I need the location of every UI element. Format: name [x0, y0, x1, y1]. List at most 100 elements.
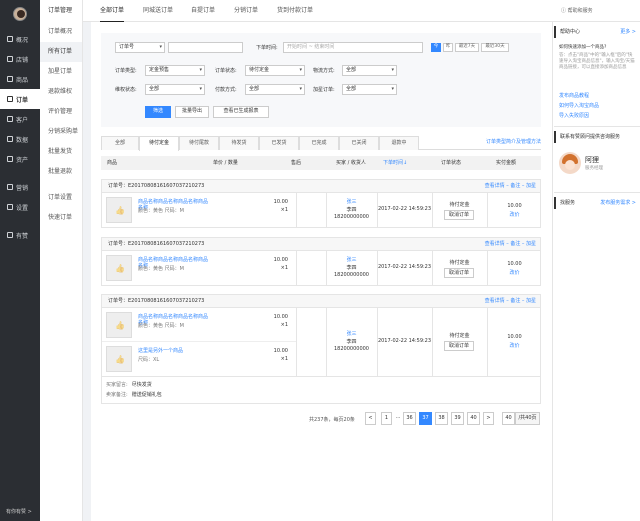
help-link[interactable]: 发布商品教程: [559, 92, 589, 99]
avatar[interactable]: [13, 7, 27, 21]
help-more-link[interactable]: 更多 >: [620, 26, 636, 38]
star-select[interactable]: 全部: [342, 84, 397, 95]
view-reports-button[interactable]: 查看已生成报表: [213, 106, 269, 118]
status-select[interactable]: 待付定金: [245, 65, 305, 76]
batch-export-button[interactable]: 批量导出: [175, 106, 209, 118]
buyer-name[interactable]: 张三: [326, 256, 377, 263]
order-type-help-link[interactable]: 订单类型简介及管理方法: [486, 138, 541, 145]
tab-self-pickup[interactable]: 自提订单: [191, 0, 215, 22]
status-tab-refunding[interactable]: 退款中: [379, 136, 419, 150]
sidebar-item-label: 营销: [16, 184, 29, 192]
order-no-select[interactable]: 订单号: [115, 42, 165, 53]
subnav-item[interactable]: 批量发货: [40, 142, 82, 162]
pagination-page[interactable]: 38: [435, 412, 448, 425]
subnav-item[interactable]: 快速订单: [40, 208, 82, 228]
buyer-name[interactable]: 张三: [326, 198, 377, 205]
subnav-item[interactable]: 订单概况: [40, 22, 82, 42]
pay-select[interactable]: 全部: [245, 84, 305, 95]
subnav-item[interactable]: 加星订单: [40, 62, 82, 82]
order-ops-links[interactable]: 查看详情 – 备注 – 加星: [485, 295, 536, 308]
pagination-jump-input[interactable]: 40: [502, 412, 515, 425]
buyer-name[interactable]: 张三: [326, 330, 377, 337]
change-price-link[interactable]: 改价: [487, 342, 542, 349]
sidebar-item-data[interactable]: 数据: [0, 129, 40, 149]
filter-button[interactable]: 筛选: [145, 106, 171, 118]
time-range-input[interactable]: 开始时间 ~ 结束时间: [283, 42, 423, 53]
status-tab-shipped[interactable]: 已发货: [259, 136, 299, 150]
subnav-item-all-orders[interactable]: 所有订单: [40, 42, 82, 62]
sidebar-item-overview[interactable]: 概况: [0, 29, 40, 49]
order-ops-links[interactable]: 查看详情 – 备注 – 加星: [485, 238, 536, 251]
sidebar-item-marketing[interactable]: 营销: [0, 177, 40, 197]
pagination-page[interactable]: 39: [451, 412, 464, 425]
rights-select[interactable]: 全部: [145, 84, 205, 95]
status-tab-deposit[interactable]: 待付定金: [139, 136, 179, 151]
order-item: 这里是另外一个商品 尺码：XL 10.00 ×1: [102, 342, 296, 376]
pagination-total: /共40页: [515, 412, 540, 425]
help-link[interactable]: 导入失败原因: [559, 112, 589, 119]
pagination-page[interactable]: 1: [381, 412, 392, 425]
change-price-link[interactable]: 改价: [487, 269, 542, 276]
status-tab-all[interactable]: 全部: [101, 136, 139, 150]
status-tab-completed[interactable]: 已完成: [299, 136, 339, 150]
sidebar-item-customers[interactable]: 客户: [0, 109, 40, 129]
status-tab-to-ship[interactable]: 待发货: [219, 136, 259, 150]
col-order-time[interactable]: 下单时间↓: [383, 156, 407, 170]
pagination-page[interactable]: 36: [403, 412, 416, 425]
sidebar-item-label: 商品: [16, 76, 29, 84]
sidebar-item-goods[interactable]: 商品: [0, 69, 40, 89]
order-ops-links[interactable]: 查看详情 – 备注 – 加星: [485, 180, 536, 193]
tab-local-delivery[interactable]: 同城送订单: [143, 0, 173, 22]
cancel-order-button[interactable]: 取消订单: [444, 210, 474, 220]
tab-cod[interactable]: 货到付款订单: [277, 0, 313, 22]
order-time: 2017-02-22 14:59:23: [377, 338, 432, 344]
quick-date-today[interactable]: 今: [431, 43, 441, 52]
product-spec: 颜色：黄色 尺码：M: [138, 323, 184, 329]
subnav-item[interactable]: 分销采购单: [40, 122, 82, 142]
subnav-item[interactable]: 评价管理: [40, 102, 82, 122]
status-tab-closed[interactable]: 已关闭: [339, 136, 379, 150]
product-name[interactable]: 这里是另外一个商品: [138, 348, 208, 354]
subnav-item[interactable]: 批量退款: [40, 162, 82, 182]
cancel-order-button[interactable]: 取消订单: [444, 341, 474, 351]
sidebar-item-shop[interactable]: 店铺: [0, 49, 40, 69]
pagination-next[interactable]: >: [483, 412, 494, 425]
service-request-link[interactable]: 发布服务需求 >: [600, 197, 636, 209]
sidebar-item-assets[interactable]: 资产: [0, 149, 40, 169]
buyer-note-label: 买家留言:: [106, 382, 128, 388]
subnav-item[interactable]: 退款维权: [40, 82, 82, 102]
order-card: 订单号：E20170808161607037210273 查看详情 – 备注 – …: [101, 179, 541, 228]
order-amount: 10.00: [507, 203, 522, 209]
sidebar-item-settings[interactable]: 设置: [0, 197, 40, 217]
help-question[interactable]: 如何快速添加一个商品?: [559, 45, 635, 51]
sidebar-item-youzan[interactable]: 有赞: [0, 225, 40, 245]
sidebar-item-label: 资产: [16, 156, 29, 164]
product-thumbnail[interactable]: [106, 312, 132, 338]
sidebar-item-label: 设置: [16, 204, 29, 212]
cancel-order-button[interactable]: 取消订单: [444, 268, 474, 278]
tab-distribution[interactable]: 分销订单: [234, 0, 258, 22]
order-no-input[interactable]: [168, 42, 243, 53]
product-thumbnail[interactable]: [106, 197, 132, 223]
thumb-icon: [7, 232, 13, 238]
product-thumbnail[interactable]: [106, 346, 132, 372]
subnav-item[interactable]: 订单设置: [40, 188, 82, 208]
sidebar-item-orders[interactable]: 订单: [0, 89, 40, 109]
logistics-select[interactable]: 全部: [342, 65, 397, 76]
type-select[interactable]: 定金预售: [145, 65, 205, 76]
status-tab-balance[interactable]: 待付尾款: [179, 136, 219, 150]
help-link[interactable]: 如何导入淘宝商品: [559, 102, 599, 109]
sidebar-bottom-link[interactable]: 有你有赞 >: [6, 508, 32, 515]
change-price-link[interactable]: 改价: [487, 211, 542, 218]
order-status: 待付定金: [449, 202, 470, 208]
quick-date-yesterday[interactable]: 昨: [443, 43, 453, 52]
quick-date-30days[interactable]: 最近30天: [481, 43, 509, 52]
consultant-avatar: [559, 152, 581, 174]
tab-all-orders[interactable]: 全部订单: [100, 0, 125, 22]
pagination-page-current[interactable]: 37: [419, 412, 432, 425]
quick-date-7days[interactable]: 最近7天: [455, 43, 479, 52]
product-thumbnail[interactable]: [106, 255, 132, 281]
help-service-link[interactable]: ⓘ 帮助和服务: [561, 0, 593, 22]
pagination-page[interactable]: 40: [467, 412, 480, 425]
pagination-prev[interactable]: <: [365, 412, 376, 425]
